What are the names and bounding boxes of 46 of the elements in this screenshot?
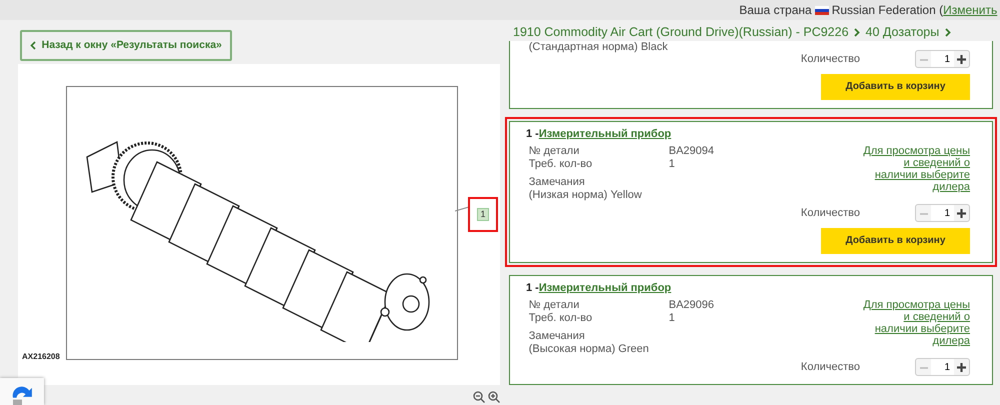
country-name: Russian Federation ( [832,4,944,16]
image-code: AX216208 [22,351,60,363]
part-number: BA29094 [668,144,714,156]
field-label: Замечания [528,176,586,189]
field-label: Треб. кол-во [528,158,594,170]
leader-line [455,206,469,212]
callout-frame[interactable]: 1 [468,197,498,232]
dealer-price-link[interactable]: Для просмотра цены и сведений о наличии выберите дилера [860,298,970,356]
field-label: № детали [528,144,580,158]
callout-number[interactable]: 1 [477,208,488,221]
plus-icon [957,363,966,372]
required-quantity: 1 [668,312,675,324]
quantity-label: Количество [800,52,860,66]
change-country-link[interactable]: Изменить [943,4,998,16]
quantity-stepper[interactable]: 1 [915,358,970,376]
breadcrumb-link[interactable]: 1910 Commodity Air Cart (Ground Drive)(Russian) - PC9226 [513,26,849,39]
zoom-in-icon[interactable] [488,391,500,403]
remarks-text: (Низкая норма) Yellow [528,189,643,202]
chevron-right-icon [944,28,951,37]
quantity-label: Количество [800,206,860,220]
part-name-link[interactable]: Измерительный прибор [538,128,672,140]
plus-icon [957,209,966,218]
add-to-cart-button[interactable]: Добавить в корзину [821,74,970,100]
item-number: 1 - [526,282,539,294]
quantity-stepper[interactable]: 1 [915,50,970,68]
zoom-out-icon[interactable] [473,391,485,403]
quantity-stepper[interactable]: 1 [915,204,970,222]
dealer-price-link[interactable]: Для просмотра цены и сведений о наличии выберите дилера [860,144,970,202]
add-to-cart-button[interactable]: Добавить в корзину [821,228,970,254]
part-name-link[interactable]: Измерительный прибор [538,282,672,294]
back-button[interactable]: Назад к окну «Результаты поиска» [20,30,232,61]
country-label: Ваша страна [739,4,812,16]
part-number: BA29096 [668,298,714,310]
remarks-text: (Высокая норма) Green [528,343,650,356]
field-label: Замечания [528,330,586,343]
chevron-right-icon [854,28,860,37]
quantity-label: Количество [800,360,860,374]
breadcrumb-link[interactable]: 40 Дозаторы [866,26,940,39]
item-number: 1 - [526,128,539,140]
field-label: № детали [528,298,580,312]
plus-icon [957,55,966,64]
remarks-text: (Стандартная норма) Black [528,41,668,54]
field-label: Треб. кол-во [528,312,594,324]
required-quantity: 1 [668,158,675,170]
flag-icon [814,6,829,14]
chevron-left-icon [30,41,36,50]
